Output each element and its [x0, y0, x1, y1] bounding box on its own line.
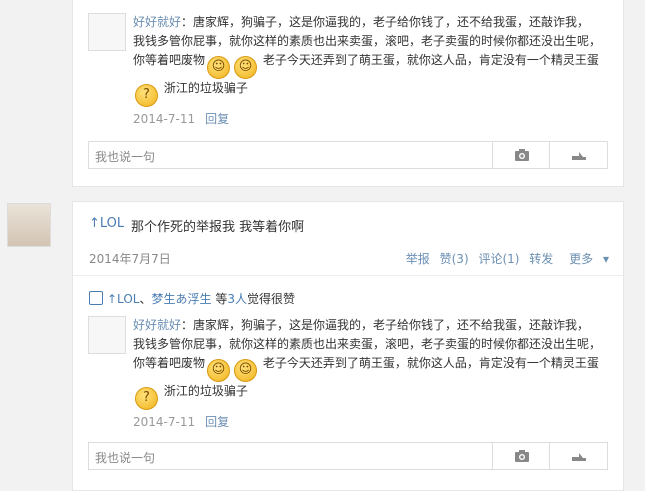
comment-box[interactable]: 我也说一句	[88, 442, 608, 470]
reply-button[interactable]: 回复	[205, 112, 229, 126]
share-icon[interactable]	[549, 443, 607, 469]
reply-text: 好好就好：唐家辉，狗骗子，这是你逼我的，老子给你钱了，还不给我蛋，还敲诈我， 我…	[133, 13, 608, 107]
comment-input[interactable]: 我也说一句	[95, 449, 155, 466]
reply-avatar[interactable]	[88, 316, 126, 354]
camera-icon[interactable]	[492, 142, 550, 168]
like-user-1[interactable]: ↑LOL	[107, 292, 139, 306]
post-date: 2014年7月7日	[89, 252, 171, 266]
like-user-2[interactable]: 梦生あ浮生	[151, 292, 211, 306]
reply-date: 2014-7-11	[133, 112, 196, 126]
likes-line: ↑LOL、梦生あ浮生 等3人觉得很赞	[89, 290, 295, 307]
post-text: 那个作死的举报我 我等着你啊	[131, 220, 305, 235]
report-button[interactable]: 举报	[406, 252, 430, 266]
reply-avatar[interactable]	[88, 13, 126, 51]
reply-date: 2014-7-11	[133, 415, 196, 429]
comment-button[interactable]: 评论(1)	[478, 252, 519, 266]
thinking-emoji-icon: ?	[135, 387, 158, 410]
post-username[interactable]: ↑LOL	[89, 216, 124, 231]
more-button[interactable]: 更多 ▾	[563, 252, 609, 266]
divider	[73, 275, 623, 276]
reply-username[interactable]: 好好就好	[133, 318, 181, 332]
chevron-down-icon: ▾	[602, 252, 609, 266]
smiley-emoji-icon: ☺	[234, 359, 258, 382]
share-button[interactable]: 转发	[529, 252, 553, 266]
post-card: ↑LOL 那个作死的举报我 我等着你啊 2014年7月7日 举报 赞(3) 评论…	[72, 201, 624, 491]
reply-card-top: 好好就好：唐家辉，狗骗子，这是你逼我的，老子给你钱了，还不给我蛋，还敲诈我， 我…	[72, 0, 624, 187]
thinking-emoji-icon: ?	[135, 84, 158, 107]
reply-item: 好好就好：唐家辉，狗骗子，这是你逼我的，老子给你钱了，还不给我蛋，还敲诈我， 我…	[88, 316, 608, 436]
reply-item: 好好就好：唐家辉，狗骗子，这是你逼我的，老子给你钱了，还不给我蛋，还敲诈我， 我…	[88, 13, 608, 143]
post-avatar[interactable]	[7, 203, 51, 247]
reply-text: 好好就好：唐家辉，狗骗子，这是你逼我的，老子给你钱了，还不给我蛋，还敲诈我， 我…	[133, 316, 608, 410]
comment-input[interactable]: 我也说一句	[95, 148, 155, 165]
camera-icon[interactable]	[492, 443, 550, 469]
reply-username[interactable]: 好好就好	[133, 15, 181, 29]
thumb-up-icon	[89, 291, 103, 305]
smiley-emoji-icon: ☺	[234, 56, 258, 79]
reply-meta: 2014-7-11 回复	[133, 413, 229, 430]
share-icon[interactable]	[549, 142, 607, 168]
reply-meta: 2014-7-11 回复	[133, 110, 229, 127]
smiley-emoji-icon: ☺	[207, 56, 231, 79]
post-actions: 举报 赞(3) 评论(1) 转发 更多 ▾	[400, 250, 609, 267]
like-button[interactable]: 赞(3)	[440, 252, 469, 266]
reply-button[interactable]: 回复	[205, 415, 229, 429]
smiley-emoji-icon: ☺	[207, 359, 231, 382]
comment-box[interactable]: 我也说一句	[88, 141, 608, 169]
like-count[interactable]: 3人	[227, 292, 247, 306]
